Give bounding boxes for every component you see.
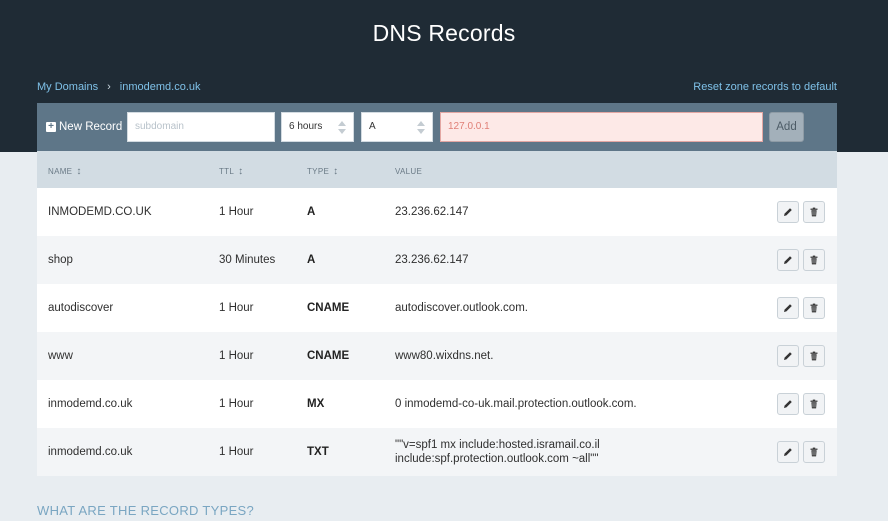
record-type: CNAME	[307, 302, 350, 314]
edit-record-button[interactable]	[777, 297, 799, 319]
column-header-type[interactable]: TYPE ↕	[307, 166, 338, 177]
edit-record-button[interactable]	[777, 393, 799, 415]
pencil-icon	[784, 208, 792, 216]
edit-record-button[interactable]	[777, 441, 799, 463]
column-header-type-label: TYPE	[307, 167, 330, 176]
type-select-value: A	[369, 121, 376, 132]
record-value: 23.236.62.147	[395, 206, 469, 218]
record-value: autodiscover.outlook.com.	[395, 302, 528, 314]
table-header: NAME ↕ TTL ↕ TYPE ↕ VALUE	[37, 151, 837, 188]
pencil-icon	[784, 400, 792, 408]
reset-zone-records-link[interactable]: Reset zone records to default	[693, 81, 837, 93]
table-row: inmodemd.co.uk 1 Hour TXT ""v=spf1 mx in…	[37, 428, 837, 476]
add-record-button[interactable]: Add	[769, 112, 804, 142]
record-value: ""v=spf1 mx include:hosted.isramail.co.i…	[395, 439, 600, 465]
record-name: inmodemd.co.uk	[48, 398, 133, 410]
edit-record-button[interactable]	[777, 345, 799, 367]
record-name: www	[48, 350, 73, 362]
breadcrumb: My Domains › inmodemd.co.uk	[37, 81, 201, 93]
record-ttl: 1 Hour	[219, 302, 254, 314]
record-name: inmodemd.co.uk	[48, 446, 133, 458]
table-row: autodiscover 1 Hour CNAME autodiscover.o…	[37, 284, 837, 332]
record-name: INMODEMD.CO.UK	[48, 206, 152, 218]
value-input[interactable]: 127.0.0.1	[440, 112, 763, 142]
breadcrumb-my-domains[interactable]: My Domains	[37, 81, 98, 93]
record-type: MX	[307, 398, 325, 410]
ttl-select-value: 6 hours	[289, 121, 323, 132]
record-ttl: 1 Hour	[219, 350, 254, 362]
delete-record-button[interactable]	[803, 441, 825, 463]
record-ttl: 1 Hour	[219, 206, 254, 218]
delete-record-button[interactable]	[803, 393, 825, 415]
page-title: DNS Records	[372, 20, 516, 46]
delete-record-button[interactable]	[803, 201, 825, 223]
column-header-value-label: VALUE	[395, 167, 423, 176]
delete-record-button[interactable]	[803, 345, 825, 367]
record-value: www80.wixdns.net.	[395, 350, 494, 362]
table-row: www 1 Hour CNAME www80.wixdns.net.	[37, 332, 837, 380]
table-row: INMODEMD.CO.UK 1 Hour A 23.236.62.147	[37, 188, 837, 236]
pencil-icon	[784, 352, 792, 360]
ttl-select[interactable]: 6 hours	[281, 112, 354, 142]
delete-record-button[interactable]	[803, 297, 825, 319]
table-row: shop 30 Minutes A 23.236.62.147	[37, 236, 837, 284]
sort-arrow-icon: ↕	[333, 166, 339, 177]
record-ttl: 1 Hour	[219, 398, 254, 410]
record-type: CNAME	[307, 350, 350, 362]
add-record-toolbar: + New Record subdomain 6 hours A 127.0.0…	[37, 103, 837, 151]
record-ttl: 1 Hour	[219, 446, 254, 458]
record-types-heading[interactable]: WHAT ARE THE RECORD TYPES?	[37, 503, 254, 518]
stepper-arrows-icon	[338, 121, 346, 134]
stepper-arrows-icon	[417, 121, 425, 134]
pencil-icon	[784, 256, 792, 264]
record-name: shop	[48, 254, 73, 266]
record-name: autodiscover	[48, 302, 114, 314]
column-header-ttl[interactable]: TTL ↕	[219, 166, 243, 177]
table-row: inmodemd.co.uk 1 Hour MX 0 inmodemd-co-u…	[37, 380, 837, 428]
trash-icon	[810, 351, 818, 361]
edit-record-button[interactable]	[777, 201, 799, 223]
column-header-name-label: NAME	[48, 167, 73, 176]
trash-icon	[810, 399, 818, 409]
trash-icon	[810, 303, 818, 313]
plus-icon: +	[46, 122, 56, 132]
breadcrumb-current-domain[interactable]: inmodemd.co.uk	[120, 81, 201, 93]
record-type: A	[307, 206, 316, 218]
new-record-label: New Record	[59, 121, 123, 133]
pencil-icon	[784, 448, 792, 456]
sort-arrow-icon: ↕	[76, 166, 82, 177]
record-value: 0 inmodemd-co-uk.mail.protection.outlook…	[395, 398, 637, 410]
pencil-icon	[784, 304, 792, 312]
trash-icon	[810, 255, 818, 265]
trash-icon	[810, 207, 818, 217]
dns-records-table: NAME ↕ TTL ↕ TYPE ↕ VALUE INMODEMD.CO.UK…	[37, 151, 837, 476]
breadcrumb-separator: ›	[107, 81, 111, 93]
column-header-value: VALUE	[395, 167, 422, 176]
edit-record-button[interactable]	[777, 249, 799, 271]
type-select[interactable]: A	[361, 112, 433, 142]
record-type: A	[307, 254, 316, 266]
sort-arrow-icon: ↕	[238, 166, 244, 177]
delete-record-button[interactable]	[803, 249, 825, 271]
subdomain-input[interactable]: subdomain	[127, 112, 275, 142]
trash-icon	[810, 447, 818, 457]
record-ttl: 30 Minutes	[219, 254, 276, 266]
column-header-ttl-label: TTL	[219, 167, 235, 176]
new-record-button[interactable]: + New Record	[46, 121, 122, 133]
record-value: 23.236.62.147	[395, 254, 469, 266]
column-header-name[interactable]: NAME ↕	[48, 166, 82, 177]
record-type: TXT	[307, 446, 329, 458]
